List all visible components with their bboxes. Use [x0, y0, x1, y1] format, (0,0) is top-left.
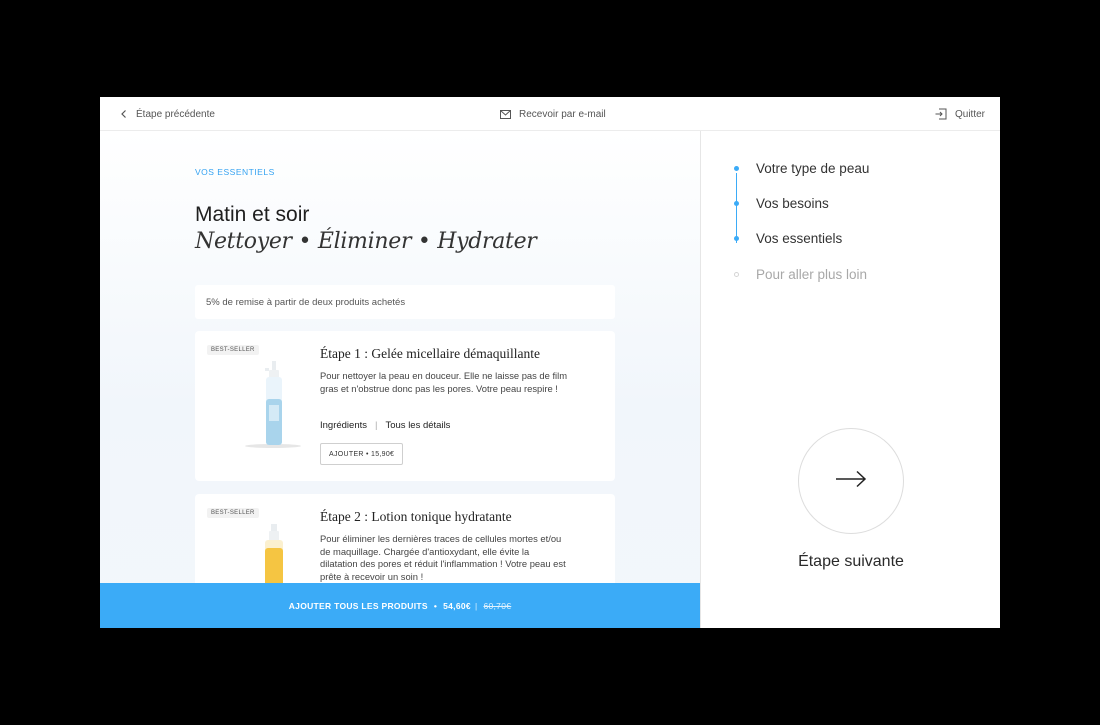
best-seller-badge: BEST-SELLER: [207, 508, 259, 518]
exit-icon: [935, 108, 947, 120]
next-step-label[interactable]: Étape suivante: [701, 553, 1000, 571]
chevron-left-icon: [120, 109, 128, 119]
page-subtitle: Nettoyer • Éliminer • Hydrater: [195, 229, 537, 254]
step-dot: [734, 272, 739, 277]
step-dot: [734, 201, 739, 206]
product-card: BEST-SELLER Étape 1 : Gelée micellaire d…: [195, 331, 615, 481]
quit-label: Quitter: [954, 108, 985, 120]
product-bottle-image: [245, 361, 301, 448]
add-all-old-price: 60,70€: [483, 600, 512, 611]
step-label: Pour aller plus loin: [756, 267, 868, 282]
main-panel: VOS ESSENTIELS Matin et soir Nettoyer • …: [100, 131, 700, 628]
step-label: Vos essentiels: [756, 231, 843, 246]
product-description: Pour nettoyer la peau en douceur. Elle n…: [320, 370, 568, 394]
email-label: Recevoir par e-mail: [519, 108, 606, 120]
step-skin-type[interactable]: Votre type de peau: [731, 161, 869, 176]
back-label: Étape précédente: [136, 108, 215, 120]
discount-text: 5% de remise à partir de deux produits a…: [206, 296, 406, 308]
product-title: Étape 1 : Gelée micellaire démaquillante: [320, 346, 541, 361]
step-label: Vos besoins: [756, 196, 829, 211]
step-label: Votre type de peau: [756, 161, 870, 176]
section-eyebrow: VOS ESSENTIELS: [195, 167, 275, 177]
best-seller-badge: BEST-SELLER: [207, 345, 259, 355]
product-description: Pour éliminer les dernières traces de ce…: [320, 533, 566, 582]
arrow-right-icon: [835, 470, 867, 493]
step-needs[interactable]: Vos besoins: [731, 196, 829, 211]
add-all-label: AJOUTER TOUS LES PRODUITS: [288, 600, 428, 611]
progress-panel: Votre type de peau Vos besoins Vos essen…: [700, 131, 1000, 628]
ingredients-link[interactable]: Ingrédients: [320, 420, 367, 431]
product-links: Ingrédients | Tous les détails: [320, 420, 450, 431]
mail-icon: [500, 109, 511, 119]
add-all-products-button[interactable]: AJOUTER TOUS LES PRODUITS • 54,60€ | 60,…: [100, 583, 700, 628]
next-step-button[interactable]: [798, 428, 904, 534]
step-go-further[interactable]: Pour aller plus loin: [731, 267, 867, 282]
add-all-price: 54,60€: [443, 600, 471, 611]
email-button[interactable]: Recevoir par e-mail: [500, 97, 606, 131]
step-dot: [734, 236, 739, 241]
page-title: Matin et soir: [195, 203, 310, 226]
step-dot: [734, 166, 739, 171]
top-bar: Étape précédente Recevoir par e-mail Qui…: [100, 97, 1000, 131]
product-title: Étape 2 : Lotion tonique hydratante: [320, 509, 512, 524]
back-button[interactable]: Étape précédente: [120, 97, 215, 131]
discount-banner: 5% de remise à partir de deux produits a…: [195, 285, 615, 319]
price-separator: |: [474, 600, 478, 611]
add-product-button[interactable]: AJOUTER • 15,90€: [320, 443, 404, 465]
separator-dot: •: [433, 600, 438, 611]
app-frame: Étape précédente Recevoir par e-mail Qui…: [100, 97, 1000, 628]
details-link[interactable]: Tous les détails: [385, 420, 450, 431]
step-essentials[interactable]: Vos essentiels: [731, 231, 842, 246]
quit-button[interactable]: Quitter: [935, 97, 985, 131]
link-separator: |: [375, 420, 378, 431]
